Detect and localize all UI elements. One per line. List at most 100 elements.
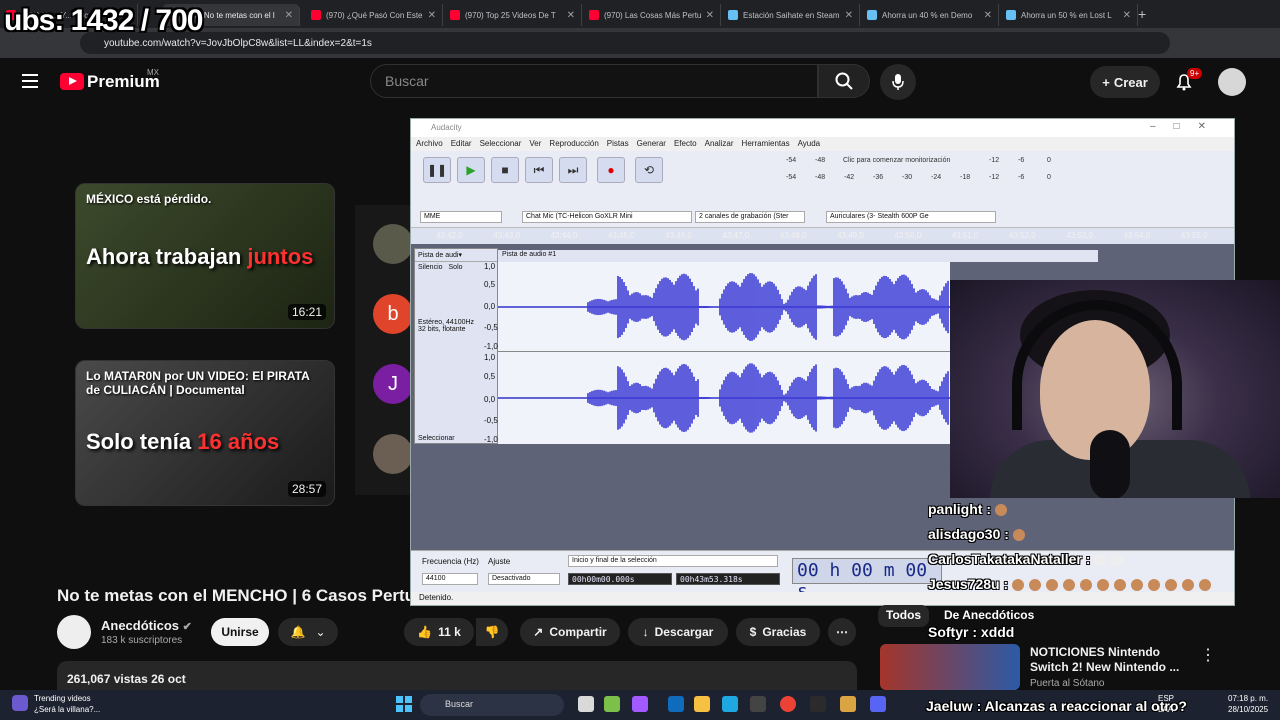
- close-tab-icon[interactable]: ✕: [984, 10, 992, 21]
- search-button[interactable]: [818, 64, 870, 98]
- menu-item[interactable]: Archivo: [416, 139, 443, 149]
- menu-item[interactable]: Ver: [529, 139, 541, 149]
- like-button[interactable]: 👍 11 k: [404, 618, 474, 646]
- output-device-select[interactable]: Auriculares (3- Stealth 600P Ge: [826, 211, 996, 223]
- more-options-icon[interactable]: ⋮: [1200, 645, 1216, 665]
- obs-icon[interactable]: [810, 696, 826, 712]
- discord-icon[interactable]: [870, 696, 886, 712]
- menu-item[interactable]: Analizar: [705, 139, 734, 149]
- dislike-button[interactable]: 👎: [476, 618, 508, 646]
- join-button[interactable]: Unirse: [211, 618, 269, 646]
- close-tab-icon[interactable]: ✕: [706, 10, 714, 21]
- windows-start-icon[interactable]: [396, 696, 412, 717]
- browser-tab[interactable]: (970) Top 25 Videos De T ✕: [444, 4, 582, 26]
- timeline-ruler[interactable]: [411, 228, 1234, 244]
- new-tab-icon[interactable]: +: [1138, 6, 1146, 22]
- more-actions-button[interactable]: ⋯: [828, 618, 856, 646]
- taskbar-search[interactable]: Buscar: [420, 694, 564, 716]
- skip-end-button[interactable]: ⏭: [559, 157, 587, 183]
- recommended-thumbnail[interactable]: MÉXICO está pérdido. Ahora trabajan junt…: [75, 183, 335, 329]
- audio-position-display[interactable]: 00 h 00 m 00 s: [792, 558, 942, 602]
- account-avatar[interactable]: [1218, 68, 1246, 96]
- voice-search-button[interactable]: [880, 64, 916, 100]
- waveform-left-channel[interactable]: [498, 262, 950, 352]
- menu-item[interactable]: Ayuda: [798, 139, 821, 149]
- select-track-button[interactable]: Seleccionar: [418, 435, 455, 442]
- browser-tab[interactable]: Estación Saihate en Steam ✕: [722, 4, 860, 26]
- input-device-select[interactable]: Chat Mic (TC-Helicon GoXLR Mini: [522, 211, 692, 223]
- selection-start-time[interactable]: 00h00m00.000s: [568, 573, 672, 585]
- browser-tab[interactable]: (970) Las Cosas Más Pertu ✕: [583, 4, 721, 26]
- rate-select[interactable]: 44100: [422, 573, 478, 585]
- channel-name[interactable]: Anecdóticos ✔: [101, 618, 192, 633]
- task-view-icon[interactable]: [578, 696, 594, 712]
- thanks-button[interactable]: $ Gracias: [736, 618, 820, 646]
- taskbar-clock[interactable]: 07:18 p. m. 28/10/2025: [1228, 693, 1268, 715]
- meter-label[interactable]: Clic para comenzar monitorización: [843, 157, 950, 164]
- channel-avatar[interactable]: J: [373, 364, 413, 404]
- chat-message: Jesus728u :: [928, 576, 1216, 592]
- recommended-thumbnail[interactable]: Lo MATAR0N por UN VIDEO: El PIRATA de CU…: [75, 360, 335, 506]
- loop-button[interactable]: ⟲: [635, 157, 663, 183]
- close-tab-icon[interactable]: ✕: [428, 10, 436, 21]
- track-menu-button[interactable]: Pista de audi▾: [415, 249, 497, 262]
- explorer-icon[interactable]: [694, 696, 710, 712]
- trending-widget[interactable]: Trending videos ¿Será la villana?...: [34, 693, 100, 715]
- solo-button[interactable]: Solo: [449, 264, 463, 271]
- chrome-icon[interactable]: [780, 696, 796, 712]
- notification-count-badge: 9+: [1187, 68, 1203, 79]
- browser-tab[interactable]: Ahorra un 50 % en Lost L ✕: [1000, 4, 1138, 26]
- tab-label: (970) ¿Qué Pasó Con Este: [326, 10, 423, 20]
- scale-label: 0,5: [484, 280, 496, 289]
- browser-tab[interactable]: Ahorra un 40 % en Demo ✕: [861, 4, 999, 26]
- chip-all[interactable]: Todos: [878, 605, 930, 627]
- selection-mode-select[interactable]: Inicio y final de la selección: [568, 555, 778, 567]
- channel-avatar[interactable]: b: [373, 294, 413, 334]
- browser-tab[interactable]: (970) ¿Qué Pasó Con Este ✕: [305, 4, 443, 26]
- menu-item[interactable]: Reproducción: [549, 139, 598, 149]
- menu-item[interactable]: Herramientas: [742, 139, 790, 149]
- waveform-right-channel[interactable]: [498, 352, 950, 444]
- store-icon[interactable]: [668, 696, 684, 712]
- app-icon[interactable]: [604, 696, 620, 712]
- channel-avatar[interactable]: [57, 615, 91, 649]
- download-button[interactable]: ↓ Descargar: [628, 618, 728, 646]
- recommended-thumbnail[interactable]: [880, 644, 1020, 690]
- channels-select[interactable]: 2 canales de grabación (Ster: [695, 211, 805, 223]
- close-tab-icon[interactable]: ✕: [1123, 10, 1131, 21]
- widgets-icon[interactable]: [12, 695, 28, 711]
- close-tab-icon[interactable]: ✕: [567, 10, 575, 21]
- mute-button[interactable]: Silencio: [418, 264, 443, 271]
- menu-item[interactable]: Editar: [451, 139, 472, 149]
- channel-avatar[interactable]: [373, 224, 413, 264]
- menu-item[interactable]: Pistas: [607, 139, 629, 149]
- close-tab-icon[interactable]: ✕: [285, 10, 293, 21]
- create-button[interactable]: + Crear: [1090, 66, 1160, 98]
- subscription-bell-button[interactable]: 🔔 ⌄: [278, 618, 338, 646]
- url-field[interactable]: youtube.com/watch?v=JovJbOlpC8w&list=LL&…: [80, 32, 1170, 54]
- youtube-logo-icon[interactable]: [60, 73, 84, 90]
- audacity-icon[interactable]: [840, 696, 856, 712]
- menu-item[interactable]: Efecto: [674, 139, 697, 149]
- close-tab-icon[interactable]: ✕: [845, 10, 853, 21]
- menu-item[interactable]: Seleccionar: [480, 139, 522, 149]
- edge-icon[interactable]: [722, 696, 738, 712]
- language-indicator[interactable]: ESP LAA: [1158, 693, 1174, 715]
- selection-end-time[interactable]: 00h43m53.318s: [676, 573, 780, 585]
- snap-select[interactable]: Desactivado: [488, 573, 560, 585]
- share-button[interactable]: ↗ Compartir: [520, 618, 620, 646]
- app-icon[interactable]: [750, 696, 766, 712]
- window-controls[interactable]: –□✕: [1150, 121, 1224, 132]
- record-button[interactable]: ●: [597, 157, 625, 183]
- search-input[interactable]: Buscar: [370, 64, 818, 98]
- play-button[interactable]: ▶: [457, 157, 485, 183]
- stop-button[interactable]: ■: [491, 157, 519, 183]
- menu-item[interactable]: Generar: [637, 139, 666, 149]
- host-select[interactable]: MME: [420, 211, 502, 223]
- pause-button[interactable]: ❚❚: [423, 157, 451, 183]
- channel-avatar[interactable]: [373, 434, 413, 474]
- hamburger-menu-icon[interactable]: [22, 74, 38, 88]
- copilot-icon[interactable]: [632, 696, 648, 712]
- skip-start-button[interactable]: ⏮: [525, 157, 553, 183]
- recommended-title[interactable]: NOTICIONES Nintendo Switch 2! New Ninten…: [1030, 645, 1190, 675]
